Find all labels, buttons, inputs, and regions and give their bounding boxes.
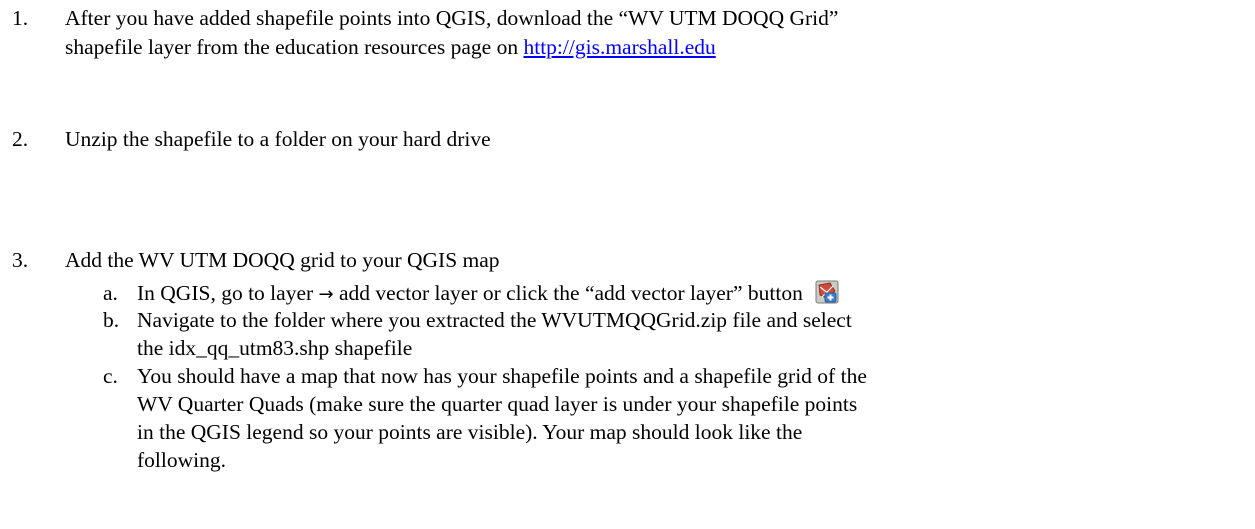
right-arrow-icon: → — [318, 284, 334, 305]
gis-marshall-link[interactable]: http://gis.marshall.edu — [523, 35, 715, 59]
item-3-number: 3. — [12, 248, 29, 272]
subitem-c-line-1: You should have a map that now has your … — [137, 364, 867, 388]
item-1-line-2: shapefile layer from the education resou… — [65, 35, 524, 59]
subitem-b-line-2: the idx_qq_utm83.shp shapefile — [137, 336, 413, 360]
subitem-a-letter: a. — [103, 281, 118, 305]
item-1-line-1: After you have added shapefile points in… — [65, 6, 839, 30]
subitem-b-letter: b. — [103, 308, 120, 332]
item-3-line-1: Add the WV UTM DOQQ grid to your QGIS ma… — [65, 248, 500, 272]
subitem-c-line-4: following. — [137, 448, 226, 472]
item-1-line-2-wrap: shapefile layer from the education resou… — [65, 33, 716, 61]
subitem-a-before-arrow: In QGIS, go to layer — [137, 281, 314, 305]
subitem-c-letter: c. — [103, 364, 118, 388]
add-vector-layer-icon — [814, 279, 840, 305]
subitem-c-line-3: in the QGIS legend so your points are vi… — [137, 420, 803, 444]
item-2-line-1: Unzip the shapefile to a folder on your … — [65, 127, 491, 151]
document-page: 1. After you have added shapefile points… — [0, 0, 1255, 529]
subitem-a-line: In QGIS, go to layer → add vector layer … — [137, 279, 840, 309]
item-2-number: 2. — [12, 127, 29, 151]
subitem-b-line-1: Navigate to the folder where you extract… — [137, 308, 852, 332]
item-1-number: 1. — [12, 6, 29, 30]
subitem-c-line-2: WV Quarter Quads (make sure the quarter … — [137, 392, 858, 416]
subitem-a-after-arrow: add vector layer or click the “add vecto… — [339, 281, 803, 305]
